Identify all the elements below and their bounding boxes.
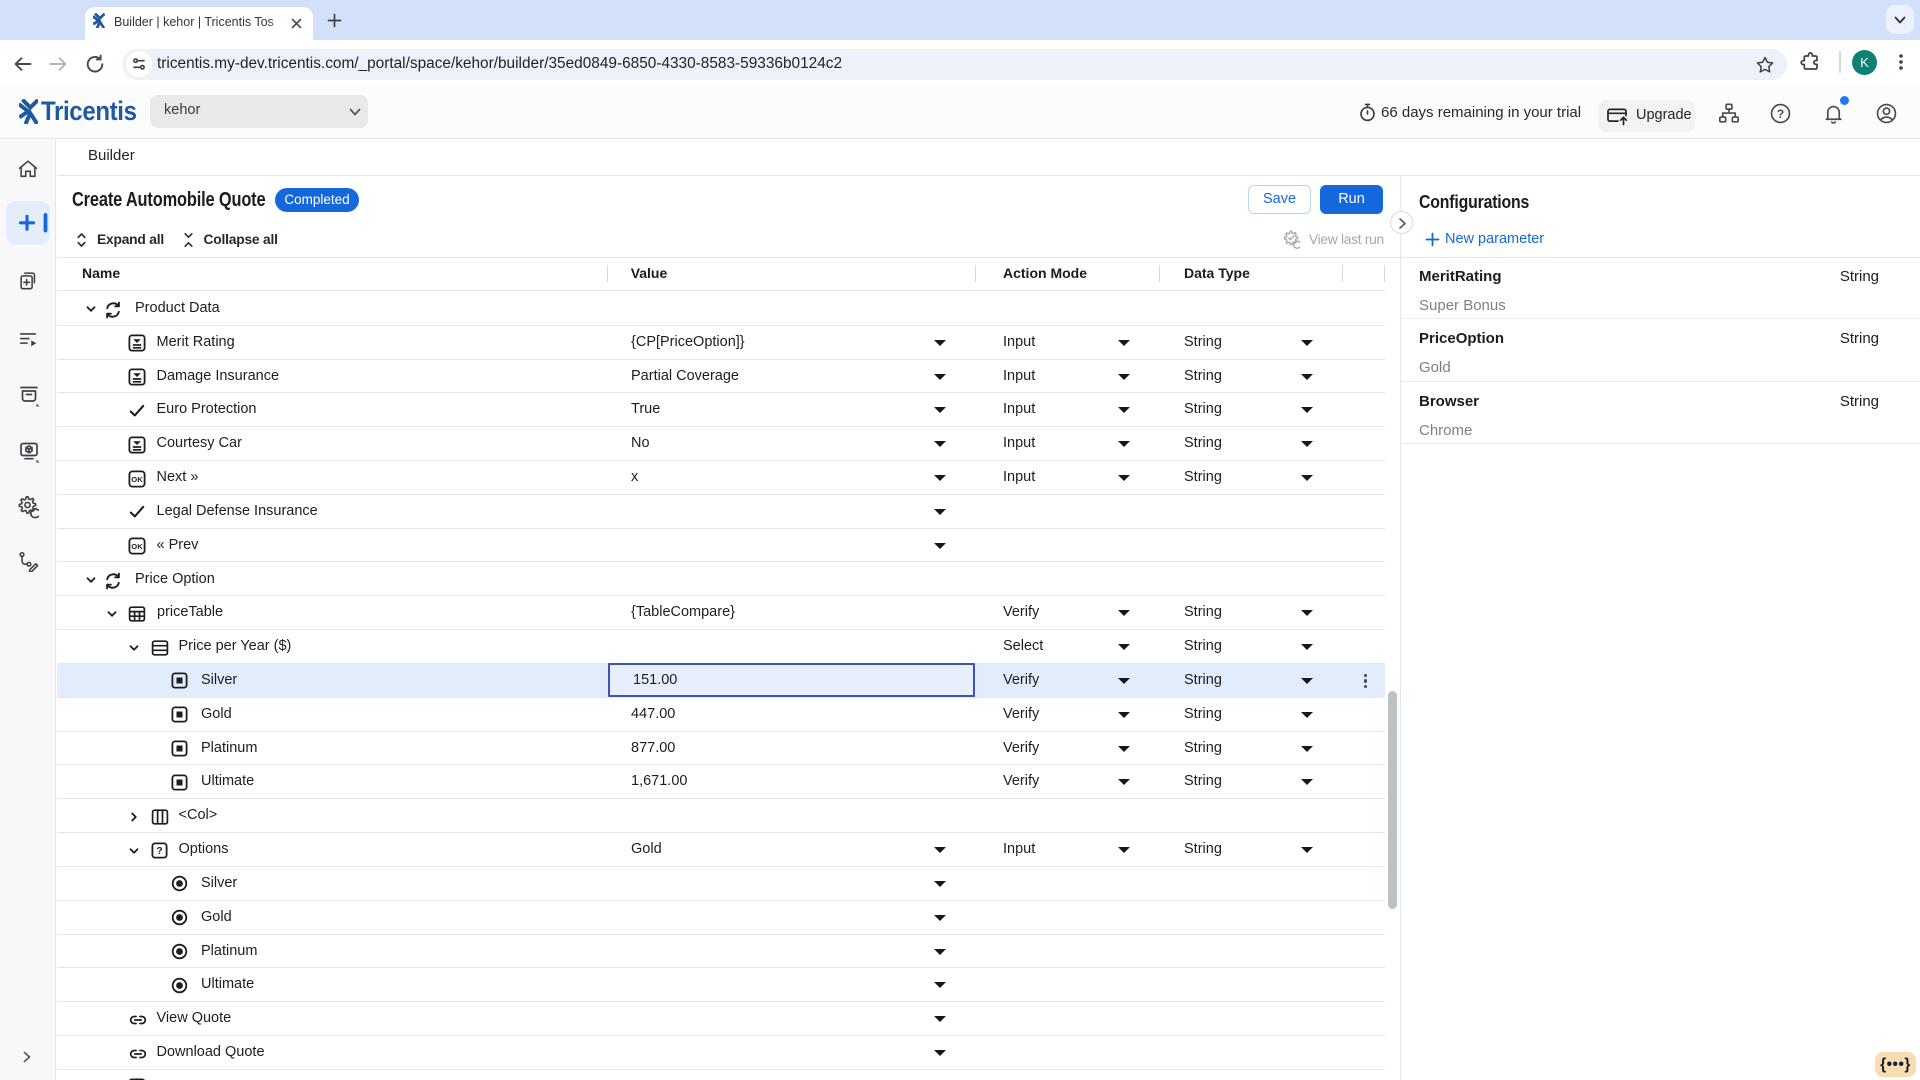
svg-text:?: ? xyxy=(157,846,163,857)
svg-text:OK: OK xyxy=(131,542,143,551)
svg-text:OK: OK xyxy=(131,475,143,484)
svg-text:?: ? xyxy=(1777,107,1784,121)
